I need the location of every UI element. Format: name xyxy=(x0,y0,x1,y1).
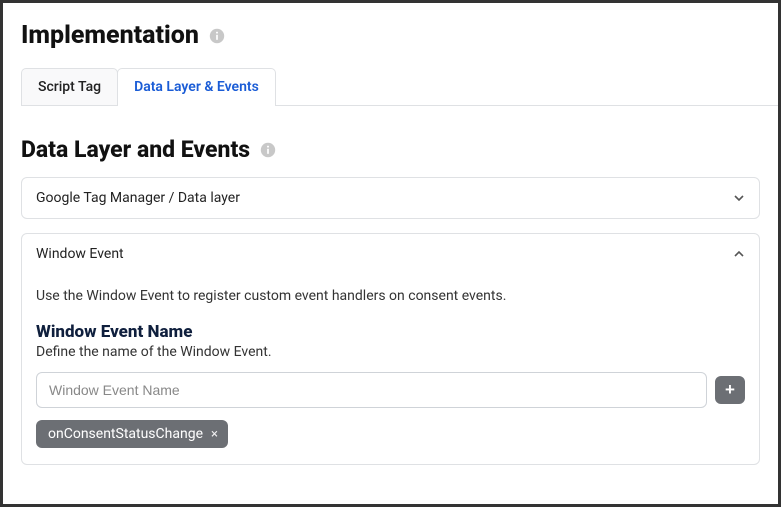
section-title: Data Layer and Events xyxy=(21,136,250,163)
accordion-window-event: Window Event Use the Window Event to reg… xyxy=(21,233,760,465)
add-button[interactable]: + xyxy=(715,376,745,404)
window-event-input-row: + xyxy=(36,372,745,408)
accordion-window-event-title: Window Event xyxy=(36,246,124,262)
section-header: Data Layer and Events xyxy=(21,136,760,163)
tab-label: Script Tag xyxy=(38,79,101,95)
tab-label: Data Layer & Events xyxy=(134,79,259,95)
tab-data-layer-events[interactable]: Data Layer & Events xyxy=(117,68,276,105)
chevron-down-icon xyxy=(733,192,745,204)
close-icon[interactable]: × xyxy=(211,427,218,442)
page-header: Implementation xyxy=(21,21,760,50)
chip-label: onConsentStatusChange xyxy=(48,426,203,442)
accordion-window-event-body: Use the Window Event to register custom … xyxy=(22,288,759,464)
window-event-description: Use the Window Event to register custom … xyxy=(36,288,745,304)
accordion-gtm-header[interactable]: Google Tag Manager / Data layer xyxy=(22,178,759,218)
window-event-name-heading: Window Event Name xyxy=(36,322,745,342)
window-event-name-description: Define the name of the Window Event. xyxy=(36,344,745,360)
chevron-up-icon xyxy=(733,248,745,260)
window-event-name-input[interactable] xyxy=(36,372,707,408)
tabs: Script Tag Data Layer & Events xyxy=(21,68,778,106)
accordion-gtm-title: Google Tag Manager / Data layer xyxy=(36,190,240,206)
event-chip: onConsentStatusChange × xyxy=(36,420,228,448)
plus-icon: + xyxy=(725,380,735,400)
page-title: Implementation xyxy=(21,21,199,50)
info-icon[interactable] xyxy=(209,28,225,44)
tab-script-tag[interactable]: Script Tag xyxy=(21,68,118,105)
accordion-gtm: Google Tag Manager / Data layer xyxy=(21,177,760,219)
info-icon[interactable] xyxy=(260,142,276,158)
window-event-chips: onConsentStatusChange × xyxy=(36,420,745,448)
accordion-window-event-header[interactable]: Window Event xyxy=(22,234,759,274)
